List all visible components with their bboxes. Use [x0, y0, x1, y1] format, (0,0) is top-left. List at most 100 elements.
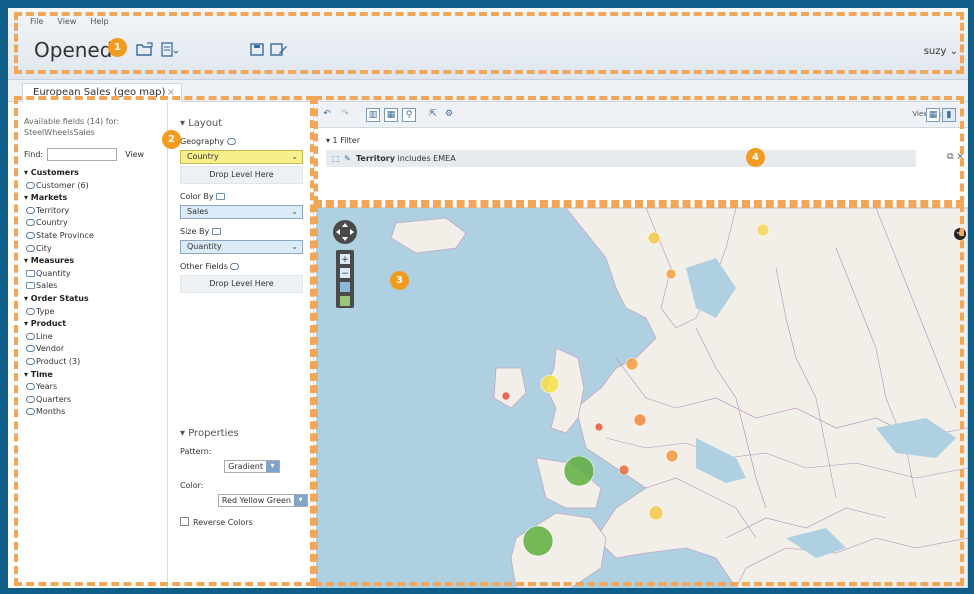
field-item[interactable]: Country [24, 217, 167, 230]
filter-select-icon[interactable]: ⬚ [332, 150, 340, 167]
tab-european-sales[interactable]: European Sales (geo map) × [22, 83, 182, 102]
field-item[interactable]: Type [24, 306, 167, 319]
field-label: Country [36, 218, 68, 228]
field-label: ▾ Time [24, 369, 53, 379]
dimension-icon [26, 345, 35, 353]
map-bubble[interactable] [563, 455, 595, 487]
close-tab-icon[interactable]: × [167, 84, 175, 101]
dimension-icon [26, 357, 35, 365]
filter-row-territory[interactable]: ⬚ ✎ Territory includes EMEA [326, 150, 916, 167]
map-bubble[interactable] [756, 223, 770, 237]
color-select[interactable]: Red Yellow Green ▾ [217, 494, 308, 507]
menu-view[interactable]: View [57, 17, 76, 26]
field-item[interactable]: Months [24, 406, 167, 419]
map-bubble[interactable] [647, 231, 661, 245]
view-toggle[interactable]: View [125, 150, 144, 159]
open-folder-icon[interactable] [136, 42, 154, 58]
map-bubble[interactable] [540, 374, 560, 394]
map-bubble[interactable] [648, 505, 664, 521]
find-label: Find: [24, 150, 44, 159]
map-bubble[interactable] [625, 357, 639, 371]
dimension-icon [26, 181, 35, 189]
layout-toggle-icon[interactable]: ▥ [366, 108, 380, 122]
find-input[interactable] [47, 148, 118, 161]
field-label: Sales [36, 281, 58, 291]
field-item[interactable]: City [24, 243, 167, 256]
measure-icon [26, 282, 35, 290]
layout-section-title[interactable]: ▾ Layout [180, 118, 303, 129]
map-canvas [390, 208, 968, 588]
chart-view-icon[interactable]: ▮ [942, 108, 956, 122]
field-item[interactable]: Quarters [24, 394, 167, 407]
field-item[interactable]: Years [24, 381, 167, 394]
field-group[interactable]: ▾ Order Status [24, 293, 167, 306]
map-bubble[interactable] [665, 449, 679, 463]
map-bubble[interactable] [522, 525, 554, 557]
edit-filter-icon[interactable]: ✎ [344, 150, 351, 167]
field-item[interactable]: Line [24, 331, 167, 344]
field-item[interactable]: Vendor [24, 343, 167, 356]
menu-help[interactable]: Help [90, 17, 108, 26]
size-by-field[interactable]: Quantity ⌄ [180, 240, 303, 254]
properties-section-title[interactable]: ▾ Properties [180, 428, 304, 439]
save-icon[interactable] [248, 42, 266, 58]
field-label: City [36, 243, 52, 253]
svg-text:+: + [341, 255, 349, 265]
chevron-down-icon[interactable]: ▾ [294, 495, 307, 506]
table-view-icon[interactable]: ▦ [926, 108, 940, 122]
field-item[interactable]: State Province [24, 230, 167, 243]
filter-icon[interactable]: ⚲ [402, 108, 416, 122]
undo-icon[interactable]: ↶ [320, 108, 334, 122]
menu-bar: File View Help [30, 17, 109, 26]
grid-toggle-icon[interactable]: ▦ [384, 108, 398, 122]
field-label: ▾ Customers [24, 168, 79, 177]
geo-icon [226, 138, 236, 145]
map-bubble[interactable] [633, 413, 647, 427]
geo-map[interactable]: + − + [316, 208, 968, 588]
top-header: File View Help Opened suzy ⌄ [8, 8, 968, 80]
layer-button[interactable] [340, 282, 350, 292]
field-group[interactable]: ▾ Customers [24, 167, 167, 180]
save-as-icon[interactable] [270, 42, 288, 58]
remove-filter-icon[interactable]: × [956, 152, 964, 162]
map-bubble[interactable] [665, 268, 677, 280]
field-item[interactable]: Product (3) [24, 356, 167, 369]
field-label: Type [36, 306, 55, 316]
field-label: Months [36, 407, 66, 417]
field-item[interactable]: Customer (6) [24, 180, 167, 193]
map-bubble[interactable] [501, 391, 511, 401]
field-group[interactable]: ▾ Product [24, 318, 167, 331]
export-icon[interactable]: ⇱ [426, 108, 440, 122]
new-report-icon[interactable] [160, 42, 179, 58]
map-bubble[interactable] [594, 422, 604, 432]
chevron-down-icon[interactable]: ⌄ [291, 206, 298, 218]
menu-file[interactable]: File [30, 17, 43, 26]
geography-drop-zone[interactable]: Drop Level Here [180, 166, 303, 184]
filter-count[interactable]: ▾ 1 Filter [326, 136, 360, 145]
pattern-select[interactable]: Gradient ▾ [224, 460, 280, 473]
chevron-down-icon[interactable]: ⌄ [291, 151, 298, 163]
color-by-field[interactable]: Sales ⌄ [180, 205, 303, 219]
chevron-down-icon[interactable]: ⌄ [291, 241, 298, 253]
field-group[interactable]: ▾ Markets [24, 192, 167, 205]
field-group[interactable]: ▾ Measures [24, 255, 167, 268]
field-item[interactable]: Territory [24, 205, 167, 218]
user-menu[interactable]: suzy ⌄ [924, 46, 958, 57]
redo-icon[interactable]: ↷ [338, 108, 352, 122]
callout-3: 3 [390, 271, 409, 290]
callout-1: 1 [108, 38, 127, 57]
other-fields-drop-zone[interactable]: Drop Level Here [180, 275, 303, 293]
reverse-colors-checkbox[interactable] [180, 517, 189, 526]
available-fields-label: Available fields (14) for: SteelWheelsSa… [24, 117, 120, 137]
page-title: Opened [34, 38, 113, 62]
add-icon[interactable]: + [954, 228, 966, 240]
field-item[interactable]: Sales [24, 280, 167, 293]
select-button[interactable] [340, 296, 350, 306]
filter-export-icon[interactable]: ⧉ [947, 152, 953, 162]
map-bubble[interactable] [618, 464, 630, 476]
chevron-down-icon[interactable]: ▾ [266, 461, 279, 472]
settings-icon[interactable]: ⚙ [442, 108, 456, 122]
field-item[interactable]: Quantity [24, 268, 167, 281]
geography-field[interactable]: Country ⌄ [180, 150, 303, 164]
field-group[interactable]: ▾ Time [24, 369, 167, 382]
